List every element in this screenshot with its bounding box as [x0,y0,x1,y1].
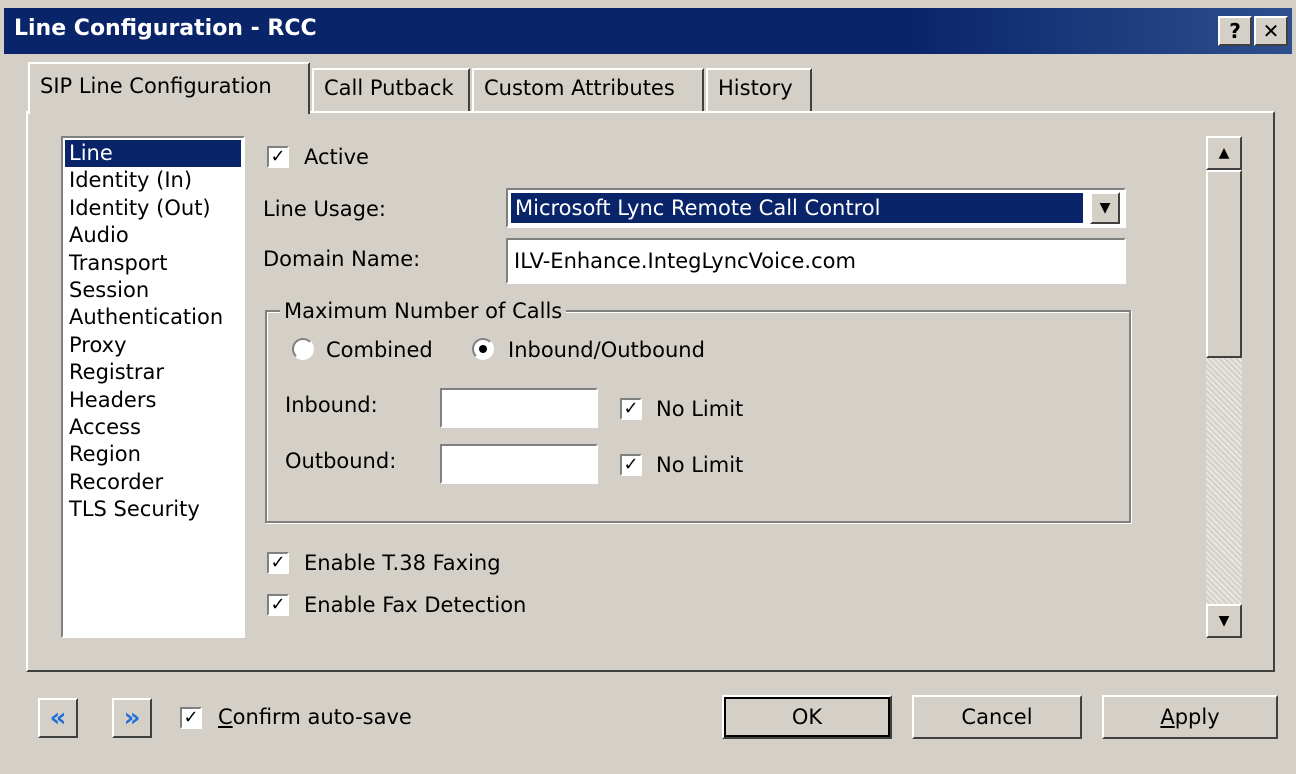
inbound-outbound-radio[interactable] [472,338,494,360]
chevron-down-icon: ▼ [1099,200,1111,216]
outbound-label: Outbound: [285,449,397,473]
tab-history[interactable]: History [706,68,812,112]
help-button[interactable]: ? [1218,16,1252,46]
inbound-label: Inbound: [285,393,378,417]
list-item-registrar[interactable]: Registrar [65,359,241,386]
domain-name-input[interactable]: ILV-Enhance.IntegLyncVoice.com [506,238,1126,284]
fax-detection-label: Enable Fax Detection [304,593,527,617]
tab-label: Custom Attributes [484,76,675,100]
close-button[interactable]: ✕ [1254,16,1288,46]
combined-label: Combined [326,338,433,362]
list-item-identity-in[interactable]: Identity (In) [65,167,241,194]
apply-text: pply [1174,705,1220,729]
outbound-nolimit-checkbox[interactable]: ✓ [620,454,642,476]
confirm-autosave-checkbox[interactable]: ✓ [180,707,202,729]
t38-faxing-checkbox[interactable]: ✓ [267,552,289,574]
list-item-identity-out[interactable]: Identity (Out) [65,195,241,222]
accelerator-c: C [218,705,233,729]
list-item-line[interactable]: Line [65,140,241,168]
line-usage-label: Line Usage: [263,197,386,221]
line-usage-dropdown-button[interactable]: ▼ [1090,192,1120,224]
triangle-up-icon: ▲ [1218,145,1230,161]
list-item-proxy[interactable]: Proxy [65,332,241,359]
scroll-down-button[interactable]: ▼ [1206,604,1242,638]
list-item-region[interactable]: Region [65,441,241,468]
previous-button[interactable]: « [38,698,78,738]
tab-sip-line-configuration[interactable]: SIP Line Configuration [28,62,310,114]
tab-custom-attributes[interactable]: Custom Attributes [472,68,704,112]
title-bar: Line Configuration - RCC ? ✕ [4,8,1292,54]
max-calls-title: Maximum Number of Calls [280,299,567,323]
category-list[interactable]: Line Identity (In) Identity (Out) Audio … [61,136,245,638]
confirm-autosave-label: Confirm auto-save [218,705,412,729]
active-checkbox[interactable]: ✓ [267,146,289,168]
inbound-input[interactable] [440,388,598,428]
list-item-session[interactable]: Session [65,277,241,304]
t38-faxing-label: Enable T.38 Faxing [304,551,501,575]
inbound-nolimit-checkbox[interactable]: ✓ [620,398,642,420]
tab-label: Call Putback [324,76,454,100]
double-chevron-left-icon: « [49,703,67,733]
tab-label: SIP Line Configuration [40,74,272,98]
scroll-up-button[interactable]: ▲ [1206,136,1242,170]
window-title: Line Configuration - RCC [14,16,317,41]
line-usage-value: Microsoft Lync Remote Call Control [511,193,1083,223]
active-label: Active [304,145,369,169]
list-item-transport[interactable]: Transport [65,250,241,277]
outbound-nolimit-label: No Limit [656,453,744,477]
list-item-audio[interactable]: Audio [65,222,241,249]
fax-detection-checkbox[interactable]: ✓ [267,594,289,616]
apply-button[interactable]: Apply [1102,695,1278,739]
outbound-input[interactable] [440,444,598,484]
list-item-access[interactable]: Access [65,414,241,441]
double-chevron-right-icon: » [123,703,141,733]
list-item-authentication[interactable]: Authentication [65,304,241,331]
cancel-button[interactable]: Cancel [912,695,1082,739]
triangle-down-icon: ▼ [1218,613,1230,629]
line-usage-select[interactable]: Microsoft Lync Remote Call Control [506,188,1126,228]
list-item-headers[interactable]: Headers [65,387,241,414]
list-item-recorder[interactable]: Recorder [65,469,241,496]
list-item-tls-security[interactable]: TLS Security [65,496,241,523]
accelerator-a: A [1160,705,1175,729]
close-icon: ✕ [1262,19,1280,43]
tab-label: History [718,76,793,100]
next-button[interactable]: » [112,698,152,738]
inbound-outbound-label: Inbound/Outbound [508,338,705,362]
ok-button[interactable]: OK [722,695,892,739]
combined-radio[interactable] [292,338,314,360]
inbound-nolimit-label: No Limit [656,397,744,421]
scroll-thumb[interactable] [1206,170,1242,358]
domain-name-label: Domain Name: [263,247,421,271]
tab-call-putback[interactable]: Call Putback [312,68,470,112]
confirm-autosave-text: onfirm auto-save [232,705,412,729]
